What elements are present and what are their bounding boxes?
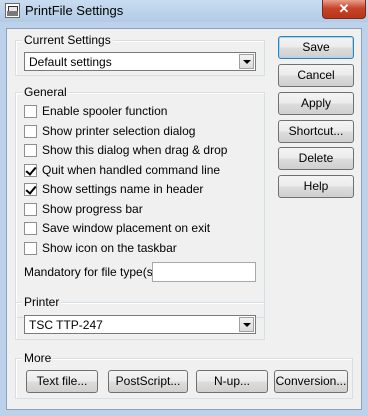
option-label: Save window placement on exit bbox=[42, 221, 211, 235]
close-button[interactable]: ✕ bbox=[322, 0, 366, 19]
option-label: Enable spooler function bbox=[42, 104, 168, 118]
current-settings-value: Default settings bbox=[29, 55, 112, 69]
checkbox-checked[interactable] bbox=[24, 183, 37, 196]
more-group: More Text file... PostScript... N-up... … bbox=[15, 351, 353, 399]
cancel-button[interactable]: Cancel bbox=[278, 64, 354, 87]
option-label: Show this dialog when drag & drop bbox=[42, 143, 228, 157]
option-label: Show icon on the taskbar bbox=[42, 241, 177, 255]
printer-group: Printer TSC TTP-247 bbox=[15, 295, 265, 340]
text-file-button[interactable]: Text file... bbox=[26, 370, 98, 393]
printer-select[interactable]: TSC TTP-247 bbox=[24, 315, 256, 334]
checkbox[interactable] bbox=[24, 144, 37, 157]
current-settings-legend: Current Settings bbox=[22, 33, 113, 47]
checkbox[interactable] bbox=[24, 203, 37, 216]
window-title: PrintFile Settings bbox=[25, 3, 124, 18]
n-up-button[interactable]: N-up... bbox=[196, 370, 268, 393]
chevron-down-icon[interactable] bbox=[239, 317, 254, 332]
mandatory-file-types-label: Mandatory for file type(s): bbox=[24, 265, 161, 279]
chevron-down-icon[interactable] bbox=[239, 54, 254, 69]
checkbox[interactable] bbox=[24, 222, 37, 235]
delete-button[interactable]: Delete bbox=[278, 147, 354, 170]
more-legend: More bbox=[22, 351, 54, 365]
postscript-button[interactable]: PostScript... bbox=[108, 370, 188, 393]
current-settings-group: Current Settings Default settings bbox=[15, 33, 265, 76]
option-label: Show settings name in header bbox=[42, 182, 204, 196]
option-label: Show progress bar bbox=[42, 202, 143, 216]
title-bar: PrintFile Settings ✕ bbox=[0, 0, 368, 22]
printer-app-icon bbox=[5, 3, 20, 18]
general-group: General Enable spooler function Show pri… bbox=[15, 85, 265, 318]
checkbox[interactable] bbox=[24, 242, 37, 255]
conversion-button[interactable]: Conversion... bbox=[274, 370, 348, 393]
dialog-client: Current Settings Default settings Genera… bbox=[6, 28, 362, 410]
shortcut-button[interactable]: Shortcut... bbox=[278, 120, 354, 143]
option-label: Quit when handled command line bbox=[42, 163, 221, 177]
general-legend: General bbox=[22, 85, 69, 99]
help-button[interactable]: Help bbox=[278, 175, 354, 198]
current-settings-select[interactable]: Default settings bbox=[24, 52, 256, 71]
option-label: Show printer selection dialog bbox=[42, 124, 196, 138]
printer-value: TSC TTP-247 bbox=[29, 318, 103, 332]
save-button[interactable]: Save bbox=[278, 36, 354, 59]
printer-legend: Printer bbox=[22, 295, 62, 309]
checkbox[interactable] bbox=[24, 125, 37, 138]
checkbox-checked[interactable] bbox=[24, 164, 37, 177]
checkbox[interactable] bbox=[24, 105, 37, 118]
mandatory-file-types-input[interactable] bbox=[152, 262, 256, 282]
apply-button[interactable]: Apply bbox=[278, 92, 354, 115]
